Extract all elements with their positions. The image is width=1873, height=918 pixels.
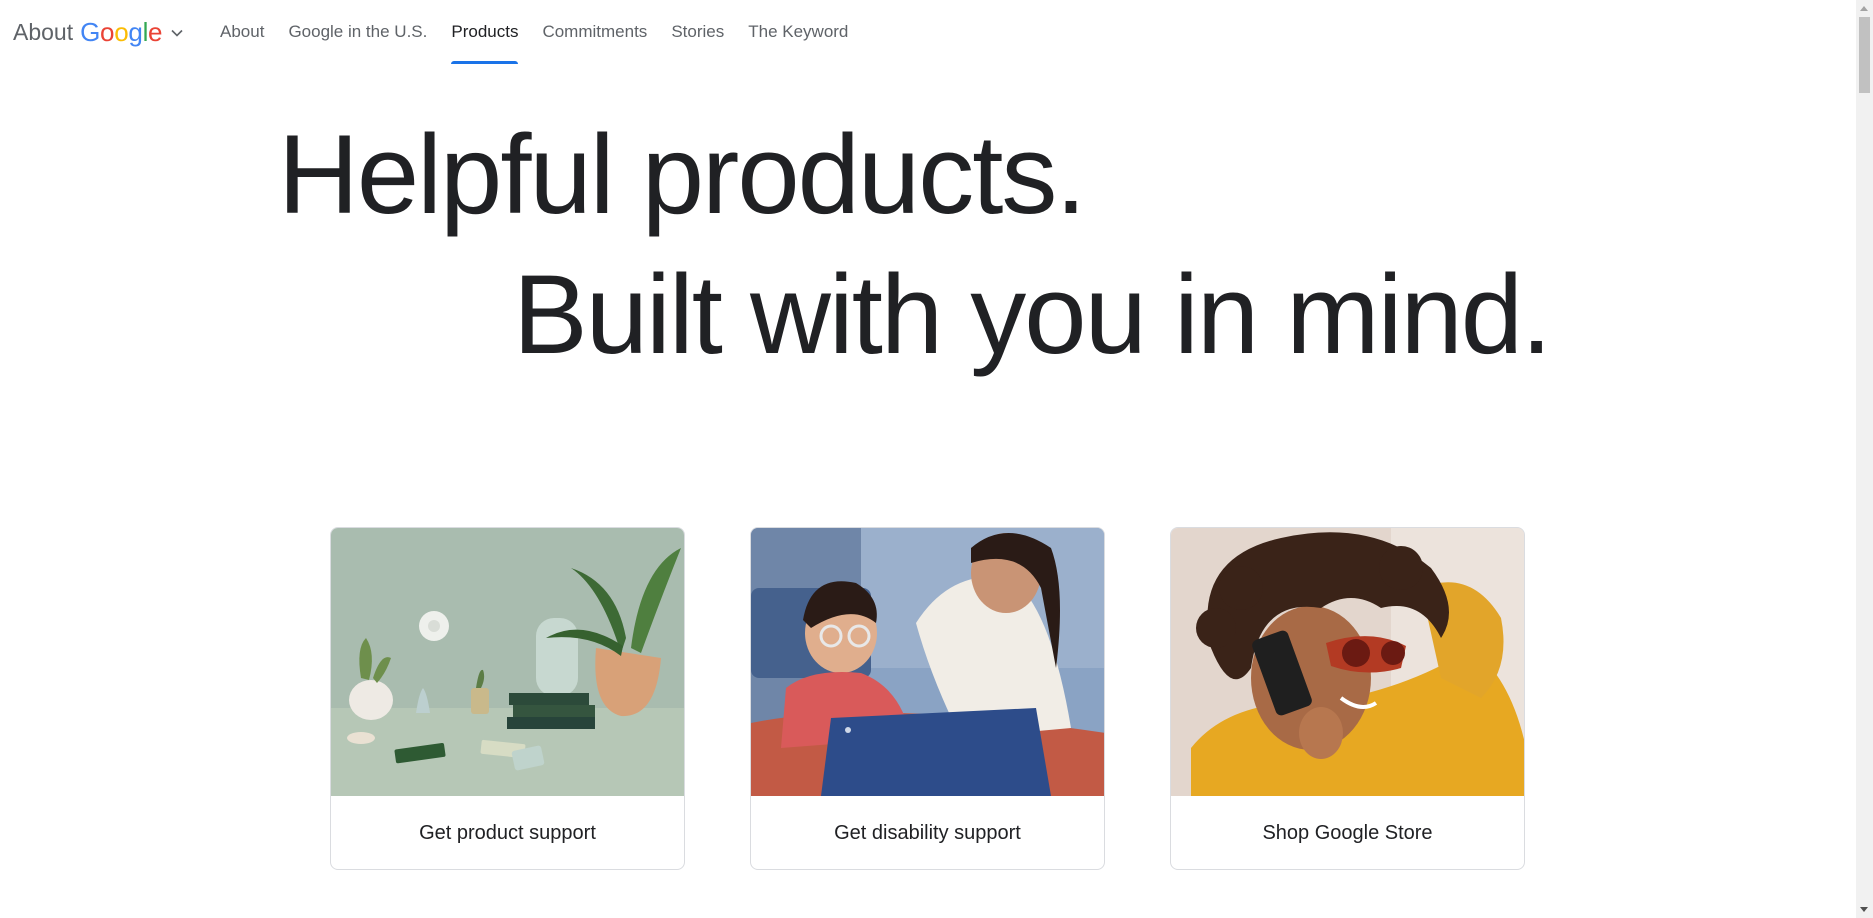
smart-home-devices-image bbox=[331, 528, 684, 796]
nav-item-google-in-the-us[interactable]: Google in the U.S. bbox=[288, 0, 427, 64]
hero-headline-line-1: Helpful products. bbox=[278, 112, 1086, 237]
nav-item-commitments[interactable]: Commitments bbox=[542, 0, 647, 64]
google-store-card[interactable]: Shop Google Store bbox=[1170, 527, 1525, 870]
disability-support-card[interactable]: Get disability support bbox=[750, 527, 1105, 870]
main-nav: About Google in the U.S. Products Commit… bbox=[220, 0, 872, 64]
site-header: About Google About Google in the U.S. Pr… bbox=[0, 0, 1856, 64]
woman-with-phone-image bbox=[1171, 528, 1524, 796]
hero-headline-line-2: Built with you in mind. bbox=[513, 252, 1552, 377]
google-logo: Google bbox=[80, 17, 163, 47]
nav-item-about[interactable]: About bbox=[220, 0, 264, 64]
scroll-up-arrow-icon[interactable] bbox=[1860, 6, 1868, 11]
disability-support-card-label: Get disability support bbox=[834, 822, 1021, 844]
mother-and-child-laptop-image bbox=[751, 528, 1104, 796]
product-support-card[interactable]: Get product support bbox=[330, 527, 685, 870]
google-store-card-label: Shop Google Store bbox=[1262, 822, 1433, 844]
nav-item-the-keyword[interactable]: The Keyword bbox=[748, 0, 848, 64]
chevron-down-icon[interactable] bbox=[170, 26, 184, 40]
brand-about-label: About bbox=[13, 19, 74, 45]
scrollbar-thumb[interactable] bbox=[1859, 17, 1870, 93]
page-scrollbar[interactable] bbox=[1856, 0, 1873, 918]
nav-item-stories[interactable]: Stories bbox=[671, 0, 724, 64]
nav-item-products[interactable]: Products bbox=[451, 0, 519, 64]
about-google-menu[interactable]: About Google bbox=[13, 17, 184, 48]
product-support-card-label: Get product support bbox=[419, 822, 596, 844]
scroll-down-arrow-icon[interactable] bbox=[1860, 907, 1868, 912]
